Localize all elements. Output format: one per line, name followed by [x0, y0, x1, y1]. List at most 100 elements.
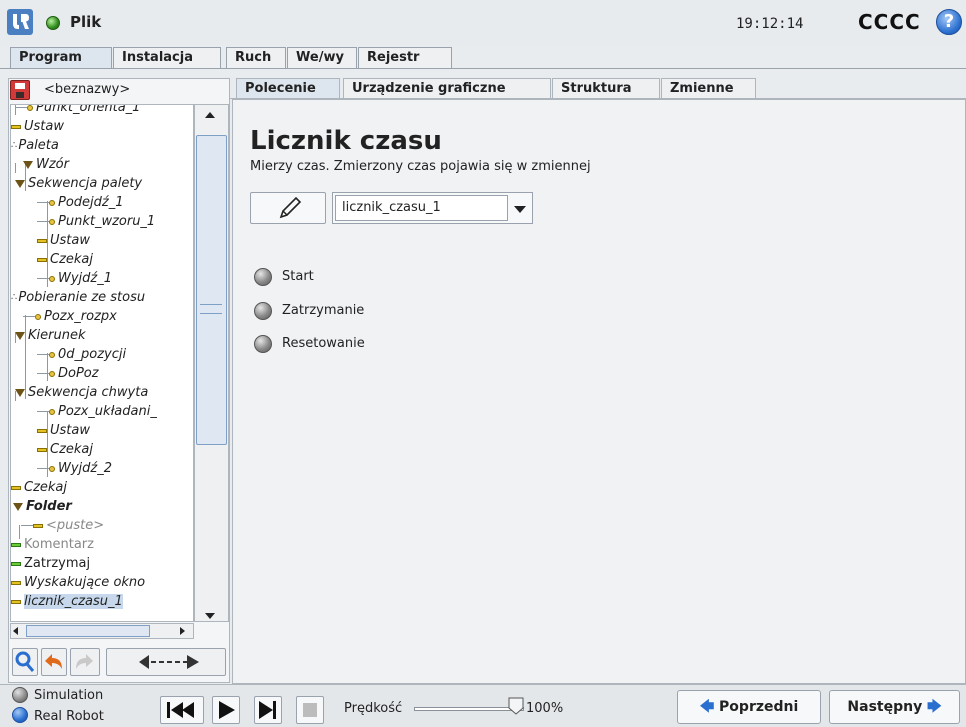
- tree-node-label: Sekwencja palety: [28, 176, 143, 191]
- chevron-down-icon[interactable]: [514, 206, 526, 213]
- tree-node[interactable]: licznik_czasu_1: [11, 592, 123, 611]
- tree-node[interactable]: <puste>: [21, 516, 104, 535]
- search-button[interactable]: [12, 648, 38, 676]
- tree-node[interactable]: Czekaj: [37, 440, 93, 459]
- folder-triangle-icon: [23, 157, 36, 172]
- tree-node[interactable]: Punkt_orienta_1: [15, 105, 140, 117]
- wait-icon: [11, 480, 24, 495]
- radio-start-label: Start: [282, 269, 314, 284]
- tree-hscroll-thumb[interactable]: [26, 625, 150, 637]
- tree-node[interactable]: ∴ Pobieranie ze stosu: [11, 288, 145, 307]
- speed-value: 100%: [526, 701, 564, 716]
- waypoint-icon: [37, 461, 58, 476]
- radio-stop-label: Zatrzymanie: [282, 303, 365, 318]
- tree-node[interactable]: Zatrzymaj: [11, 554, 90, 573]
- tree-node[interactable]: 0d_pozycji: [37, 345, 126, 364]
- skip-start-icon: [167, 702, 194, 718]
- waypoint-icon: [37, 195, 58, 210]
- next-label: Następny: [847, 699, 923, 715]
- scroll-up-icon[interactable]: [205, 112, 215, 118]
- waypoint-icon: [23, 309, 44, 324]
- save-icon[interactable]: [10, 80, 30, 100]
- scroll-down-icon[interactable]: [205, 613, 215, 619]
- tree-node-label: Czekaj: [50, 442, 94, 457]
- rewind-button[interactable]: [160, 696, 204, 724]
- tree-node[interactable]: Ustaw: [37, 231, 90, 250]
- bottom-bar: [0, 684, 966, 727]
- tree-node[interactable]: Pozx_rozpx: [23, 307, 117, 326]
- ur-logo-icon: [7, 9, 33, 35]
- tree-node[interactable]: Wzór: [23, 155, 69, 174]
- left-right-arrow-icon: [139, 655, 199, 669]
- scroll-right-icon[interactable]: [180, 627, 185, 635]
- tree-node[interactable]: Sekwencja palety: [15, 174, 142, 193]
- tree-node[interactable]: Ustaw: [11, 117, 64, 136]
- tree-node-label: Czekaj: [24, 480, 68, 495]
- play-button[interactable]: [212, 696, 240, 724]
- tree-node[interactable]: Czekaj: [37, 250, 93, 269]
- step-button[interactable]: [254, 696, 282, 724]
- tab-variables[interactable]: Zmienne: [661, 78, 756, 99]
- radio-start[interactable]: [254, 268, 272, 286]
- variable-select[interactable]: licznik_czasu_1: [335, 195, 508, 221]
- undo-button[interactable]: [41, 648, 67, 676]
- wait-icon: [37, 442, 50, 457]
- tree-node-label: Sekwencja chwyta: [28, 385, 149, 400]
- edit-variable-button[interactable]: [250, 192, 326, 224]
- tree-node[interactable]: Punkt_wzoru_1: [37, 212, 155, 231]
- scroll-grip-icon: [200, 304, 222, 314]
- tree-node[interactable]: Wyjdź_2: [37, 459, 112, 478]
- tree-node[interactable]: Folder: [13, 497, 72, 516]
- tree-node[interactable]: Pozx_układani_: [37, 402, 157, 421]
- tab-command[interactable]: Polecenie: [236, 78, 340, 99]
- tree-node[interactable]: Kierunek: [15, 326, 85, 345]
- redo-button[interactable]: [70, 648, 100, 676]
- stop-button[interactable]: [296, 696, 324, 724]
- help-icon[interactable]: ?: [936, 9, 962, 35]
- waypoint-icon: [37, 366, 58, 381]
- speed-slider-handle[interactable]: [508, 697, 524, 715]
- pencil-icon: [279, 196, 302, 219]
- tab-graphics[interactable]: Urządzenie graficzne: [343, 78, 551, 99]
- tree-node[interactable]: Czekaj: [11, 478, 67, 497]
- search-icon: [15, 651, 35, 672]
- next-button[interactable]: Następny 🡆: [829, 690, 960, 724]
- tree-node[interactable]: Podejdź_1: [37, 193, 124, 212]
- speed-label: Prędkość: [344, 701, 403, 716]
- wait-icon: [37, 252, 50, 267]
- tab-move[interactable]: Ruch: [226, 47, 286, 69]
- scroll-left-icon[interactable]: [13, 627, 18, 635]
- tree-node[interactable]: ∴ Paleta: [11, 136, 59, 155]
- expand-collapse-button[interactable]: [106, 648, 226, 676]
- tree-node[interactable]: Ustaw: [37, 421, 90, 440]
- tree-node-label: Komentarz: [24, 537, 94, 552]
- tab-installation[interactable]: Instalacja: [113, 47, 221, 69]
- set-icon: [11, 119, 24, 134]
- tree-node[interactable]: Sekwencja chwyta: [15, 383, 148, 402]
- file-menu[interactable]: Plik: [70, 13, 101, 31]
- command-panel: [232, 99, 966, 684]
- tree-node-label: Pozx_rozpx: [44, 309, 117, 324]
- tree-node-label: Kierunek: [28, 328, 86, 343]
- tab-program[interactable]: Program: [10, 47, 112, 69]
- tree-node-label: 0d_pozycji: [58, 347, 127, 362]
- empty-icon: [21, 518, 46, 533]
- set-icon: [37, 423, 50, 438]
- tree-node[interactable]: Wyskakujące okno: [11, 573, 145, 592]
- previous-button[interactable]: 🡄 Poprzedni: [677, 690, 821, 724]
- tab-structure[interactable]: Struktura: [552, 78, 660, 99]
- tab-log[interactable]: Rejestr: [358, 47, 452, 69]
- radio-reset[interactable]: [254, 335, 272, 353]
- tab-io[interactable]: We/wy: [287, 47, 357, 69]
- program-tree[interactable]: Punkt_orienta_1 Ustaw ∴ Paleta Wzór Sekwencja…: [10, 104, 194, 622]
- tree-node[interactable]: Komentarz: [11, 535, 94, 554]
- tree-node[interactable]: Wyjdź_1: [37, 269, 112, 288]
- robot-name: CCCC: [858, 10, 921, 34]
- tree-node[interactable]: DoPoz: [37, 364, 99, 383]
- title-bar: [0, 0, 966, 46]
- real-robot-radio[interactable]: [12, 707, 28, 723]
- redo-icon: [76, 654, 93, 669]
- simulation-radio[interactable]: [12, 687, 28, 703]
- tree-scroll-thumb[interactable]: [196, 135, 227, 445]
- radio-stop[interactable]: [254, 302, 272, 320]
